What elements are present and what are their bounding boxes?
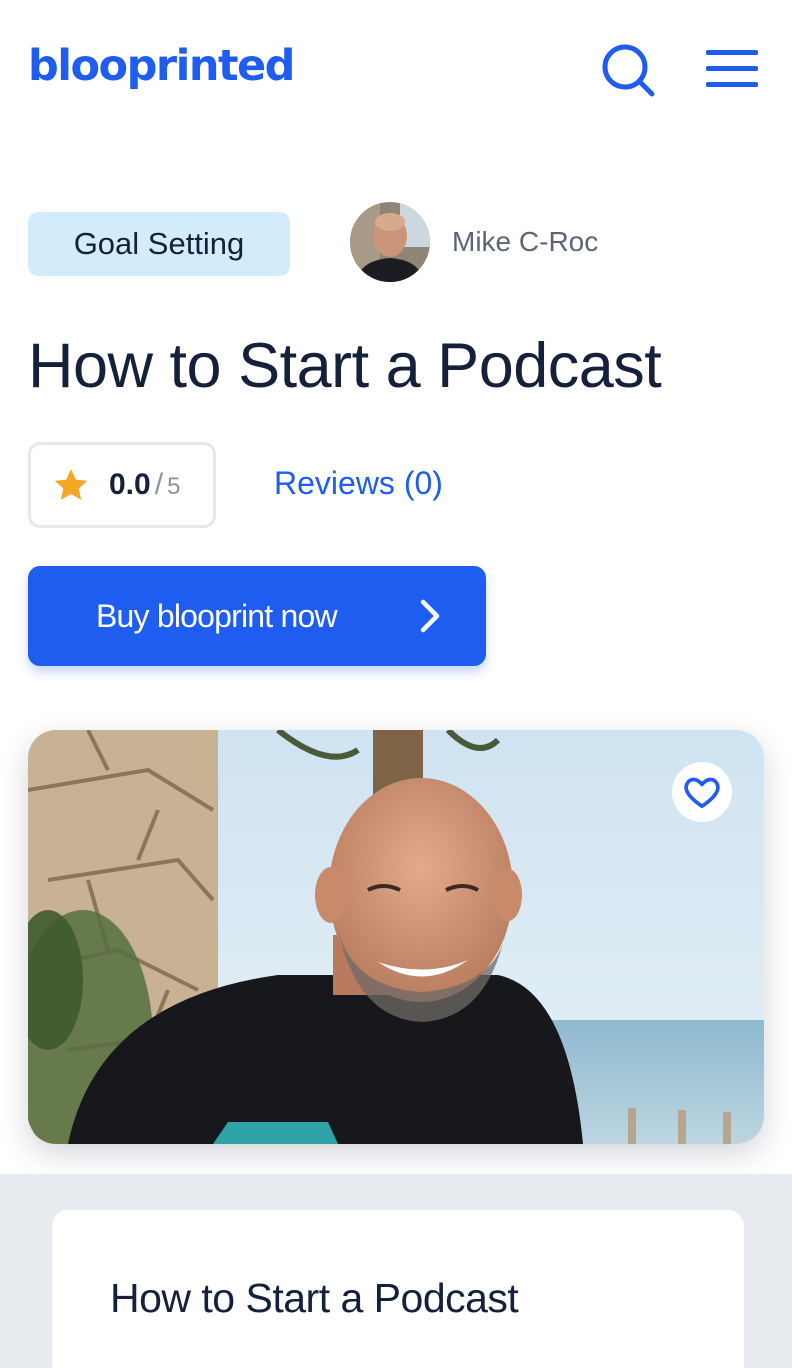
author-name[interactable]: Mike C-Roc [452, 226, 598, 258]
card-title: How to Start a Podcast [110, 1275, 519, 1321]
content-card: How to Start a Podcast [52, 1210, 744, 1368]
avatar-photo [350, 202, 430, 282]
hero-image [28, 730, 764, 1144]
buy-blooprint-button[interactable]: Buy blooprint now [28, 566, 486, 666]
rating-separator: / [154, 468, 164, 501]
author-photo [28, 730, 764, 1144]
favorite-button[interactable] [672, 762, 732, 822]
menu-button[interactable] [700, 44, 764, 94]
blooprinted-logo[interactable]: blooprinted [28, 36, 295, 96]
hamburger-menu-icon [706, 50, 758, 87]
reviews-link[interactable]: Reviews (0) [274, 458, 443, 508]
heart-icon [684, 777, 720, 808]
search-button[interactable] [598, 40, 658, 100]
category-tag[interactable]: Goal Setting [28, 212, 290, 276]
search-icon [602, 44, 655, 97]
buy-button-label: Buy blooprint now [96, 597, 338, 634]
rating-value: 0.0 [109, 468, 151, 501]
star-icon [54, 469, 88, 500]
author-avatar[interactable] [350, 202, 430, 282]
page-title: How to Start a Podcast [28, 331, 662, 401]
rating-box: 0.0 / 5 [28, 442, 216, 528]
author-info[interactable]: Mike C-Roc [350, 202, 598, 282]
top-bar: blooprinted [0, 0, 792, 140]
rating-max: 5 [167, 473, 181, 500]
chevron-right-icon [420, 599, 440, 633]
